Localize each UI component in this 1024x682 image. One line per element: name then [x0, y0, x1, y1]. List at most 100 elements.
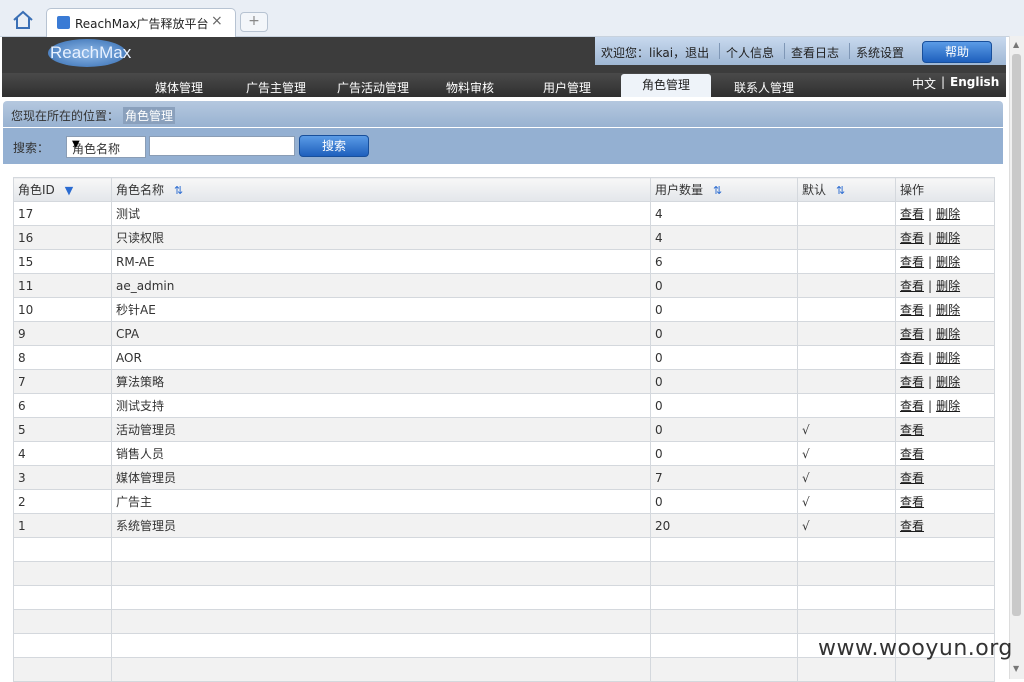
system-settings-link[interactable]: 系统设置	[856, 44, 904, 61]
view-link[interactable]: 查看	[900, 351, 924, 365]
new-tab-button[interactable]: +	[240, 12, 268, 32]
actions-cell: 查看 | 删除	[895, 321, 995, 346]
role-name-cell	[111, 633, 651, 658]
col-user-count[interactable]: 用户数量 ⇅	[650, 177, 798, 202]
app-header: ReachMax 欢迎您：likai，退出 个人信息 查看日志 系统设置 帮助	[2, 37, 1006, 73]
view-link[interactable]: 查看	[900, 327, 924, 341]
user-count-cell: 6	[650, 249, 798, 274]
close-icon[interactable]: ×	[211, 13, 223, 29]
view-link[interactable]: 查看	[900, 375, 924, 389]
view-link[interactable]: 查看	[900, 495, 924, 509]
col-role-id[interactable]: 角色ID ▼	[13, 177, 112, 202]
sort-icon[interactable]: ⇅	[713, 184, 722, 197]
role-name-cell: 系统管理员	[111, 513, 651, 538]
delete-link[interactable]: 删除	[936, 351, 960, 365]
view-link[interactable]: 查看	[900, 447, 924, 461]
default-cell: √	[797, 417, 896, 442]
nav-material-review[interactable]: 物料审核	[446, 79, 494, 96]
col-role-name[interactable]: 角色名称 ⇅	[111, 177, 651, 202]
nav-advertiser[interactable]: 广告主管理	[246, 79, 306, 96]
default-cell	[797, 321, 896, 346]
table-header-row: 角色ID ▼ 角色名称 ⇅ 用户数量 ⇅ 默认 ⇅ 操作	[13, 177, 995, 202]
role-name-cell: 秒针AE	[111, 297, 651, 322]
view-link[interactable]: 查看	[900, 303, 924, 317]
sort-icon[interactable]: ⇅	[174, 184, 183, 197]
user-count-cell	[650, 609, 798, 634]
view-link[interactable]: 查看	[900, 255, 924, 269]
action-separator: |	[928, 207, 933, 221]
delete-link[interactable]: 删除	[936, 399, 960, 413]
table-row: 7 算法策略 0 查看 | 删除	[13, 369, 995, 394]
help-button[interactable]: 帮助	[922, 41, 992, 63]
nav-campaign[interactable]: 广告活动管理	[337, 79, 409, 96]
nav-contact[interactable]: 联系人管理	[734, 79, 794, 96]
role-name-cell: 媒体管理员	[111, 465, 651, 490]
table-row: 5 活动管理员 0 √ 查看	[13, 417, 995, 442]
view-link[interactable]: 查看	[900, 207, 924, 221]
search-field-select[interactable]: 角色名称 ▼	[66, 136, 146, 158]
table-row: 6 测试支持 0 查看 | 删除	[13, 393, 995, 418]
user-count-cell: 0	[650, 489, 798, 514]
lang-chinese-link[interactable]: 中文	[912, 75, 936, 92]
delete-link[interactable]: 删除	[936, 327, 960, 341]
role-id-cell: 4	[13, 441, 112, 466]
role-id-cell: 3	[13, 465, 112, 490]
sort-down-icon[interactable]: ▼	[65, 184, 73, 197]
page-scrollbar[interactable]: ▲ ▼	[1009, 36, 1024, 679]
role-name-cell	[111, 585, 651, 610]
role-id-cell: 1	[13, 513, 112, 538]
search-input[interactable]	[149, 136, 295, 156]
nav-media[interactable]: 媒体管理	[155, 79, 203, 96]
sort-icon[interactable]: ⇅	[836, 184, 845, 197]
table-row: 3 媒体管理员 7 √ 查看	[13, 465, 995, 490]
default-cell: √	[797, 513, 896, 538]
lang-english-link[interactable]: English	[950, 75, 999, 89]
scroll-up-icon[interactable]: ▲	[1013, 40, 1019, 49]
role-name-cell: 销售人员	[111, 441, 651, 466]
default-cell	[797, 537, 896, 562]
default-cell	[797, 561, 896, 586]
delete-link[interactable]: 删除	[936, 303, 960, 317]
search-button[interactable]: 搜索	[299, 135, 369, 157]
view-link[interactable]: 查看	[900, 471, 924, 485]
home-icon[interactable]	[12, 10, 34, 30]
nav-user[interactable]: 用户管理	[543, 79, 591, 96]
browser-tab[interactable]: ReachMax广告释放平台 ×	[46, 8, 236, 37]
breadcrumb: 您现在所在的位置： 角色管理	[3, 101, 1003, 127]
user-count-cell: 0	[650, 417, 798, 442]
main-nav: 媒体管理 广告主管理 广告活动管理 物料审核 用户管理 角色管理 联系人管理 中…	[2, 73, 1006, 97]
role-id-cell: 6	[13, 393, 112, 418]
delete-link[interactable]: 删除	[936, 207, 960, 221]
actions-cell: 查看 | 删除	[895, 393, 995, 418]
view-log-link[interactable]: 查看日志	[791, 44, 839, 61]
action-separator: |	[928, 303, 933, 317]
view-link[interactable]: 查看	[900, 399, 924, 413]
delete-link[interactable]: 删除	[936, 231, 960, 245]
view-link[interactable]: 查看	[900, 519, 924, 533]
actions-cell	[895, 585, 995, 610]
delete-link[interactable]: 删除	[936, 279, 960, 293]
default-cell	[797, 273, 896, 298]
dropdown-arrow-icon: ▼	[72, 139, 80, 150]
scroll-down-icon[interactable]: ▼	[1013, 664, 1019, 673]
col-default[interactable]: 默认 ⇅	[797, 177, 896, 202]
delete-link[interactable]: 删除	[936, 255, 960, 269]
actions-cell: 查看 | 删除	[895, 273, 995, 298]
profile-link[interactable]: 个人信息	[726, 44, 774, 61]
table-row	[13, 537, 995, 562]
breadcrumb-current: 角色管理	[123, 107, 176, 124]
nav-role[interactable]: 角色管理	[621, 74, 711, 97]
view-link[interactable]: 查看	[900, 279, 924, 293]
view-link[interactable]: 查看	[900, 231, 924, 245]
delete-link[interactable]: 删除	[936, 375, 960, 389]
role-id-cell: 15	[13, 249, 112, 274]
scrollbar-thumb[interactable]	[1012, 54, 1021, 616]
welcome-logout-link[interactable]: 欢迎您：likai，退出	[601, 44, 709, 61]
view-link[interactable]: 查看	[900, 423, 924, 437]
reachmax-logo[interactable]: ReachMax	[48, 39, 131, 67]
default-cell: √	[797, 441, 896, 466]
default-cell	[797, 657, 896, 682]
search-label: 搜索：	[13, 141, 50, 155]
default-cell: √	[797, 465, 896, 490]
default-cell	[797, 225, 896, 250]
